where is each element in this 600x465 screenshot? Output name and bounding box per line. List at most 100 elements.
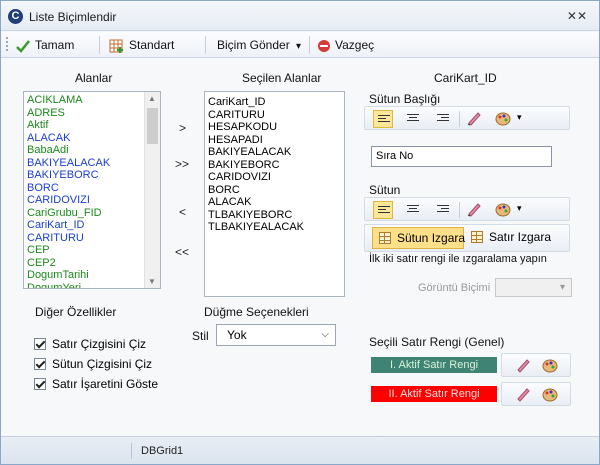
active-row-2-color-button[interactable]: II. Aktif Satır Rengi <box>371 386 497 402</box>
active-row-1-color-button[interactable]: I. Aktif Satır Rengi <box>371 357 497 373</box>
pencil-icon <box>517 388 530 402</box>
selected-list-item[interactable]: TLBAKIYEALACAK <box>205 221 344 234</box>
selected-list-item[interactable]: ALACAK <box>205 196 344 209</box>
column-grid-label: Sütun Izgara <box>397 231 466 245</box>
field-list-item[interactable]: ALACAK <box>24 132 160 145</box>
align-left-button[interactable] <box>373 201 393 219</box>
ok-label: Tamam <box>35 38 75 52</box>
active-row-1-font-button[interactable] <box>542 357 562 375</box>
field-list-item[interactable]: BORC <box>24 182 160 195</box>
fields-list[interactable]: ACIKLAMA ADRES Aktif ALACAK BabaAdi BAKIYEALA… <box>23 91 161 289</box>
field-list-item[interactable]: DogumYeri <box>24 282 160 289</box>
add-field-button[interactable]: > <box>179 121 186 135</box>
column-grid-button[interactable]: Sütun Izgara <box>372 227 466 249</box>
scroll-thumb[interactable] <box>147 108 158 144</box>
column-format-toolbar: ▾ <box>364 197 570 221</box>
show-row-indicator-checkbox[interactable]: Satır İşaretini Göste <box>34 377 158 391</box>
grid-icon <box>379 232 391 244</box>
fields-heading: Alanlar <box>75 71 113 85</box>
field-list-item[interactable]: CEP <box>24 244 160 257</box>
button-options-heading: Düğme Seçenekleri <box>204 305 309 319</box>
chevron-down-icon: ▾ <box>517 112 522 122</box>
selected-list-item[interactable]: CARIDOVIZI <box>205 171 344 184</box>
draw-row-lines-checkbox[interactable]: Satır Çizgisini Çiz <box>34 337 146 351</box>
field-list-item[interactable]: BAKIYEALACAK <box>24 157 160 170</box>
selected-list-item[interactable]: BAKIYEALACAK <box>205 146 344 159</box>
show-row-indicator-label: Satır İşaretini Göste <box>52 377 159 391</box>
scroll-down-icon[interactable]: ▼ <box>148 277 156 286</box>
cancel-label: Vazgeç <box>335 38 375 52</box>
selected-list-item[interactable]: HESAPADI <box>205 134 344 147</box>
view-format-label: Görüntü Biçimi <box>418 282 491 294</box>
align-right-button[interactable] <box>433 110 453 128</box>
selected-list-item[interactable]: BAKIYEBORC <box>205 159 344 172</box>
field-list-item[interactable]: CariGrubu_FID <box>24 207 160 220</box>
align-center-button[interactable] <box>403 110 423 128</box>
ok-button[interactable]: Tamam <box>15 35 74 55</box>
checkbox-checked-icon <box>34 358 46 370</box>
field-list-item[interactable]: ACIKLAMA <box>24 94 160 107</box>
chevron-down-icon: ⌵ <box>321 329 329 340</box>
standard-button[interactable]: Standart <box>109 35 174 55</box>
status-bar: DBGrid1 <box>1 436 599 464</box>
field-list-item[interactable]: Aktif <box>24 119 160 132</box>
chevron-down-icon: ▾ <box>517 203 522 213</box>
toolbar-separator <box>309 36 310 54</box>
column-header-label: Sütun Başlığı <box>369 92 441 106</box>
selected-heading: Seçilen Alanlar <box>242 71 322 85</box>
selected-list-item[interactable]: TLBAKIYEBORC <box>205 209 344 222</box>
column-header-input[interactable]: Sıra No <box>371 146 552 167</box>
selected-list-item[interactable]: BORC <box>205 184 344 197</box>
view-format-select[interactable]: ▾ <box>495 278 572 297</box>
draw-column-lines-checkbox[interactable]: Sütun Çizgisini Çiz <box>34 357 152 371</box>
active-row-2-font-button[interactable] <box>542 386 562 404</box>
draw-row-lines-label: Satır Çizgisini Çiz <box>52 337 147 351</box>
field-list-item[interactable]: DogumTarihi <box>24 269 160 282</box>
row-grid-button[interactable]: Satır Izgara <box>465 227 561 249</box>
selected-list-item[interactable]: CARITURU <box>205 109 344 122</box>
grid-icon <box>471 231 483 243</box>
field-list-item[interactable]: CARIDOVIZI <box>24 194 160 207</box>
align-right-icon <box>437 205 449 215</box>
field-list-item[interactable]: ADRES <box>24 107 160 120</box>
field-list-item[interactable]: CEP2 <box>24 257 160 270</box>
active-row-2-color-pick-button[interactable] <box>514 386 534 404</box>
style-select[interactable]: Yok ⌵ <box>216 324 336 346</box>
selected-fields-list[interactable]: CariKart_ID CARITURU HESAPKODU HESAPADI BAKI… <box>204 91 345 297</box>
column-color-button[interactable] <box>465 201 485 219</box>
palette-icon <box>542 388 558 402</box>
add-all-fields-button[interactable]: >> <box>175 157 189 171</box>
toolbar-grip-icon <box>6 37 8 53</box>
list-format-dialog: C Liste Biçimlendir ✕✕ Tamam Standart Bi… <box>0 0 600 465</box>
active-row-1-tools <box>501 353 571 377</box>
remove-field-button[interactable]: < <box>179 205 186 219</box>
header-color-button[interactable] <box>465 110 485 128</box>
align-left-button[interactable] <box>373 110 393 128</box>
cancel-button[interactable]: Vazgeç <box>317 35 374 55</box>
close-icon[interactable]: ✕✕ <box>567 9 587 23</box>
fields-scrollbar[interactable]: ▲ ▼ <box>144 92 160 288</box>
field-list-item[interactable]: CariKart_ID <box>24 219 160 232</box>
checkbox-checked-icon <box>34 338 46 350</box>
cancel-icon <box>318 39 330 52</box>
scroll-up-icon[interactable]: ▲ <box>148 94 156 103</box>
align-right-button[interactable] <box>433 201 453 219</box>
row-grid-label: Satır Izgara <box>489 230 552 244</box>
remove-all-fields-button[interactable]: << <box>175 245 189 259</box>
column-label: Sütun <box>369 183 401 197</box>
field-list-item[interactable]: CARITURU <box>24 232 160 245</box>
active-row-1-color-pick-button[interactable] <box>514 357 534 375</box>
pencil-icon <box>517 359 530 373</box>
selected-list-item[interactable]: HESAPKODU <box>205 121 344 134</box>
align-center-button[interactable] <box>403 201 423 219</box>
field-list-item[interactable]: BAKIYEBORC <box>24 169 160 182</box>
style-value: Yok <box>227 328 247 342</box>
selected-list-item[interactable]: CariKart_ID <box>205 96 344 109</box>
format-separator <box>459 111 460 127</box>
send-format-dropdown[interactable]: Biçim Gönder ▾ <box>217 35 301 55</box>
header-font-dropdown[interactable]: ▾ <box>495 110 529 128</box>
status-separator <box>131 443 132 459</box>
field-list-item[interactable]: BabaAdi <box>24 144 160 157</box>
check-icon <box>16 40 30 53</box>
column-font-dropdown[interactable]: ▾ <box>495 201 529 219</box>
